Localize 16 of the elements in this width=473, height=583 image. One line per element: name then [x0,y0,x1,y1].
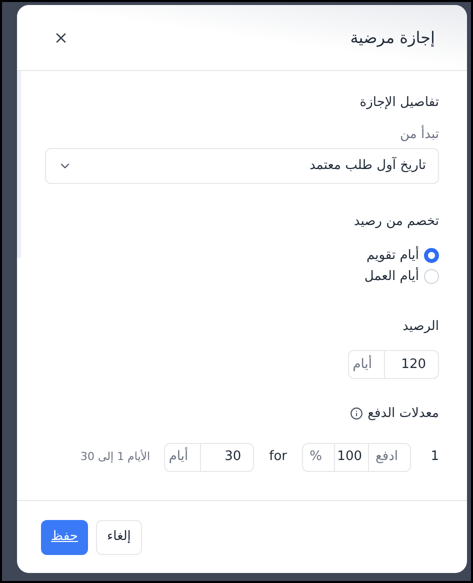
radio-button[interactable] [424,248,439,263]
range-label: الأيام 1 إلى 30 [80,448,150,465]
field-label: تبدأ من [399,124,439,144]
start-dropdown[interactable]: تاريخ آول طلب معتمد [45,148,439,184]
field-label: تخصم من رصيد [352,213,439,231]
cancel-button[interactable]: إلغاء [96,520,142,554]
section-title: تفاصيل الإجازة [358,94,439,112]
field-label: معدلات الدفع [368,405,439,423]
dialog-title: إجازة مرضية [350,26,435,49]
field-label: الرصيد [401,318,439,336]
radio-option[interactable]: أيام تقويم [366,246,439,265]
radio-option[interactable]: أيام العمل [364,267,439,286]
info-icon[interactable] [350,407,363,420]
row-number: 1 [430,448,439,466]
save-button[interactable]: حفظ [41,520,88,554]
for-label: for [269,448,287,466]
